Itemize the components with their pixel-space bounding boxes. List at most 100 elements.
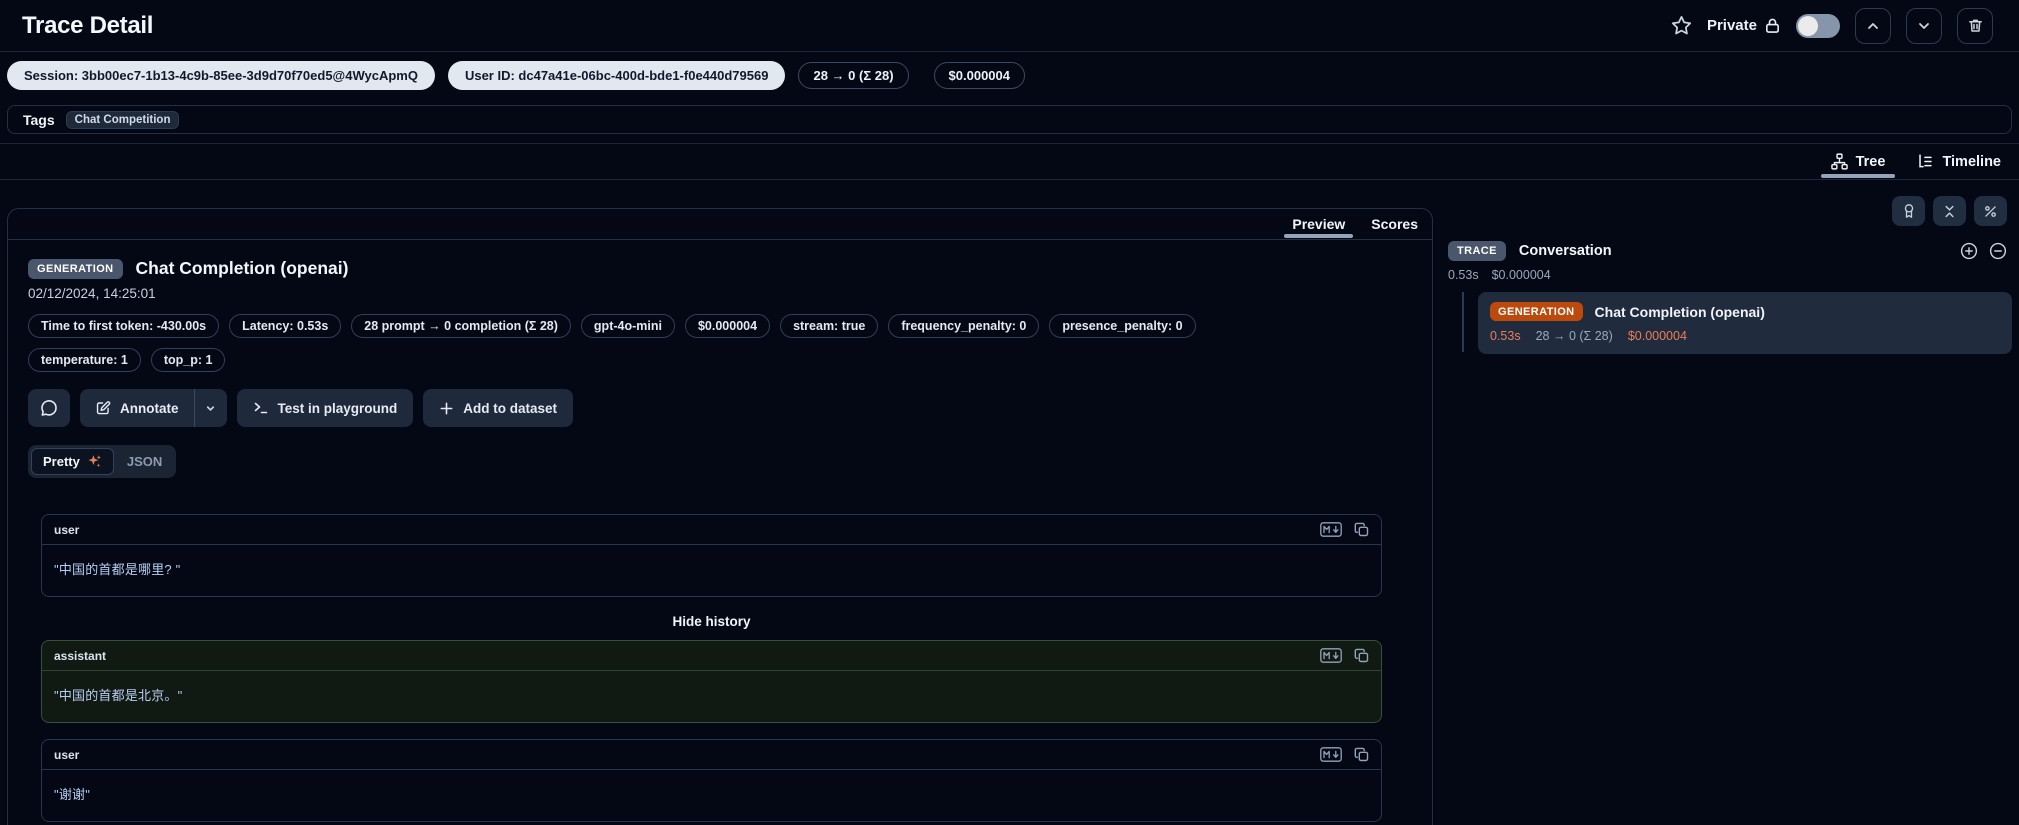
message-user-2: user "谢谢" — [41, 739, 1382, 822]
message-header-icons — [1320, 648, 1369, 663]
metric-pill: stream: true — [780, 314, 878, 338]
metric-pill: gpt-4o-mini — [581, 314, 675, 338]
delete-trace-button[interactable] — [1957, 8, 1993, 44]
trace-title: Conversation — [1519, 243, 1612, 259]
tree-children: GENERATION Chat Completion (openai) 0.53… — [1448, 292, 2012, 354]
annotate-label: Annotate — [120, 401, 179, 416]
markdown-icon[interactable] — [1320, 747, 1342, 762]
message-content: "谢谢" — [42, 770, 1381, 821]
metrics-toggle-button[interactable] — [1974, 196, 2007, 226]
message-user-1: user "中国的首都是哪里? " — [41, 514, 1382, 597]
metric-pill: top_p: 1 — [151, 348, 226, 372]
observation-type-badge: GENERATION — [28, 259, 123, 279]
message-role: user — [54, 523, 79, 537]
comments-button[interactable] — [28, 389, 70, 427]
message-assistant: assistant "中国的首都是北京。" — [41, 640, 1382, 723]
award-icon — [1901, 203, 1917, 219]
generation-latency: 0.53s — [1490, 329, 1521, 343]
generation-cost: $0.000004 — [1628, 329, 1687, 343]
metric-pill: presence_penalty: 0 — [1049, 314, 1195, 338]
metric-pills: Time to first token: -430.00s Latency: 0… — [28, 314, 1268, 372]
privacy-control[interactable]: Private — [1707, 17, 1781, 34]
trace-metrics: 0.53s $0.000004 — [1448, 268, 2012, 282]
collapse-all-button[interactable] — [1933, 196, 1966, 226]
annotate-dropdown-button[interactable] — [195, 389, 227, 427]
tree-icon — [1831, 153, 1848, 170]
chevron-up-icon — [1865, 18, 1881, 34]
sparkles-icon — [87, 454, 102, 469]
annotate-split-button: Annotate — [80, 389, 227, 427]
metric-pill: Latency: 0.53s — [229, 314, 341, 338]
trash-icon — [1967, 17, 1984, 34]
message-content: "中国的首都是哪里? " — [42, 545, 1381, 596]
percent-icon — [1983, 204, 1998, 219]
generation-row-header: GENERATION Chat Completion (openai) — [1490, 302, 2000, 321]
trace-cost: $0.000004 — [1492, 268, 1551, 282]
message-header: user — [42, 515, 1381, 545]
tree-generation-row[interactable]: GENERATION Chat Completion (openai) 0.53… — [1478, 292, 2012, 354]
format-json-segment[interactable]: JSON — [116, 449, 173, 474]
trace-detail-page: Trace Detail Private Sessi — [0, 0, 2019, 825]
add-to-dataset-button[interactable]: Add to dataset — [423, 389, 573, 427]
page-header: Trace Detail Private — [0, 0, 2019, 52]
observation-card: Preview Scores GENERATION Chat Completio… — [7, 208, 1433, 825]
trace-tree-root[interactable]: TRACE Conversation — [1448, 241, 2012, 261]
observation-actions: Annotate Test in playground Add to datas… — [28, 389, 1412, 427]
markdown-icon[interactable] — [1320, 648, 1342, 663]
session-badge[interactable]: Session: 3bb00ec7-1b13-4c9b-85ee-3d9d70f… — [7, 61, 435, 90]
markdown-icon[interactable] — [1320, 522, 1342, 537]
trace-tree-panel: TRACE Conversation 0.53s $0.000004 GENER… — [1448, 196, 2012, 354]
next-trace-button[interactable] — [1906, 8, 1942, 44]
copy-icon[interactable] — [1354, 747, 1369, 762]
page-title: Trace Detail — [22, 12, 153, 40]
metric-pill: 28 prompt → 0 completion (Σ 28) — [351, 314, 571, 338]
annotate-button[interactable]: Annotate — [80, 389, 194, 427]
generation-metrics: 0.53s 28 → 0 (Σ 28) $0.000004 — [1490, 329, 2000, 343]
edit-pen-icon — [95, 400, 111, 416]
tab-scores[interactable]: Scores — [1369, 209, 1420, 239]
tab-tree[interactable]: Tree — [1829, 144, 1888, 179]
generation-title: Chat Completion (openai) — [1595, 304, 1765, 320]
terminal-icon — [253, 400, 269, 416]
chevron-down-icon — [1916, 18, 1932, 34]
format-pretty-segment[interactable]: Pretty — [31, 448, 114, 475]
tab-preview[interactable]: Preview — [1290, 209, 1347, 239]
scores-toggle-button[interactable] — [1892, 196, 1925, 226]
lock-icon — [1764, 17, 1781, 34]
tree-panel-controls — [1448, 196, 2012, 226]
trace-meta-badges: Session: 3bb00ec7-1b13-4c9b-85ee-3d9d70f… — [7, 61, 2012, 90]
timeline-icon — [1917, 153, 1934, 170]
privacy-label: Private — [1707, 17, 1757, 34]
add-to-dataset-label: Add to dataset — [463, 401, 557, 416]
message-role: assistant — [54, 649, 106, 663]
observation-header: GENERATION Chat Completion (openai) — [28, 258, 1412, 279]
message-header-icons — [1320, 522, 1369, 537]
tags-container[interactable]: Tags Chat Competition — [7, 105, 2012, 134]
star-icon[interactable] — [1671, 15, 1692, 36]
header-actions: Private — [1671, 8, 1993, 44]
metric-pill: $0.000004 — [685, 314, 770, 338]
plus-circle-icon[interactable] — [1960, 242, 1978, 260]
test-in-playground-button[interactable]: Test in playground — [237, 389, 414, 427]
generation-type-badge: GENERATION — [1490, 302, 1583, 321]
previous-trace-button[interactable] — [1855, 8, 1891, 44]
user-id-badge[interactable]: User ID: dc47a41e-06bc-400d-bde1-f0e440d… — [448, 61, 786, 90]
minus-circle-icon[interactable] — [1989, 242, 2007, 260]
toggle-knob — [1798, 16, 1818, 36]
privacy-toggle[interactable] — [1796, 14, 1840, 38]
tree-zoom-controls — [1960, 242, 2012, 260]
tag-chip[interactable]: Chat Competition — [66, 111, 180, 129]
token-usage-badge: 28 → 0 (Σ 28) — [798, 62, 908, 89]
message-header: user — [42, 740, 1381, 770]
copy-icon[interactable] — [1354, 522, 1369, 537]
test-in-playground-label: Test in playground — [278, 401, 398, 416]
observation-timestamp: 02/12/2024, 14:25:01 — [28, 286, 1412, 301]
hide-history-button[interactable]: Hide history — [41, 614, 1382, 629]
comment-bubble-icon — [40, 399, 58, 417]
tab-timeline[interactable]: Timeline — [1915, 144, 2003, 179]
cost-badge: $0.000004 — [934, 62, 1025, 89]
copy-icon[interactable] — [1354, 648, 1369, 663]
metric-pill: frequency_penalty: 0 — [888, 314, 1039, 338]
tree-indent-guide — [1462, 292, 1464, 352]
fold-vertical-icon — [1942, 204, 1957, 219]
